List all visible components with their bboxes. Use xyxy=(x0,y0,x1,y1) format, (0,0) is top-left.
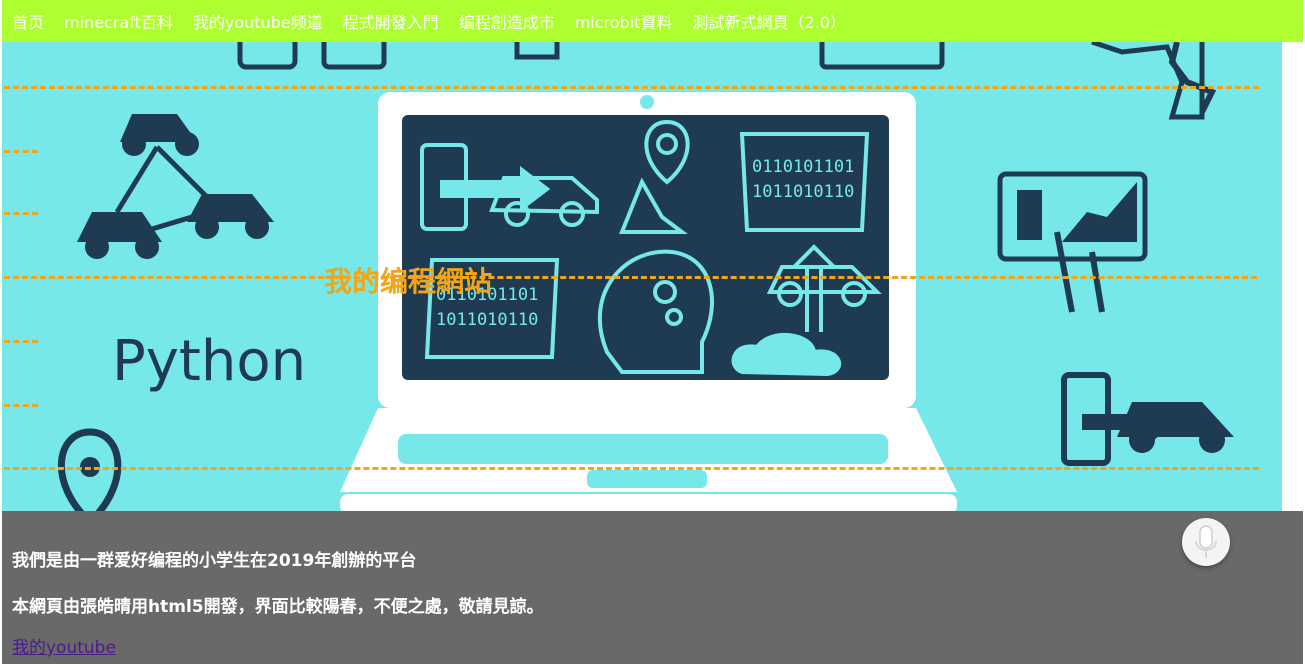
python-text: Python xyxy=(112,329,306,394)
dashed-line-top xyxy=(4,86,1259,89)
youtube-link[interactable]: 我的youtube xyxy=(12,633,116,658)
device-icon xyxy=(514,42,560,60)
hero-banner: 0110101101 1011010110 0110101101 1011010… xyxy=(2,42,1282,511)
footer: 我們是由一群爱好编程的小学生在2019年創辦的平台 本網頁由張皓晴用html5開… xyxy=(2,511,1303,664)
top-nav: 首页 minecraft百科 我的youtube频道 程式開發入門 编程創造成市… xyxy=(2,0,1303,42)
nav-item-youtube-channel[interactable]: 我的youtube频道 xyxy=(193,9,323,33)
binary-text-bottom-2: 1011010110 xyxy=(436,310,538,330)
nav-item-microbit[interactable]: microbit資料 xyxy=(575,9,673,33)
footer-note-text: 本網頁由張皓晴用html5開發，界面比較陽春，不便之處，敬請見諒。 xyxy=(12,597,544,617)
dashed-line-short xyxy=(4,404,38,407)
microphone-icon xyxy=(1195,525,1217,558)
nav-item-new-page[interactable]: 測試新式網頁（2.0） xyxy=(692,9,845,33)
nav-item-minecraft[interactable]: minecraft百科 xyxy=(64,9,173,33)
monitor-icon xyxy=(819,42,945,70)
binary-text-top-1: 0110101101 xyxy=(752,157,854,177)
dashed-line-short xyxy=(4,340,38,343)
car-network-icon xyxy=(77,114,274,259)
dashed-line-short xyxy=(4,212,38,215)
phone-car-icon xyxy=(1061,372,1234,466)
nav-item-programming-intro[interactable]: 程式開發入門 xyxy=(343,9,439,33)
chart-tablet-icon xyxy=(997,171,1148,313)
screen-icon xyxy=(321,42,387,70)
dashed-line-bottom xyxy=(4,467,1259,470)
microphone-button[interactable] xyxy=(1182,518,1230,566)
nav-item-create-city[interactable]: 编程創造成市 xyxy=(459,9,555,33)
tablet-icon xyxy=(237,42,298,70)
dashed-line-middle xyxy=(4,276,1257,279)
binary-text-top-2: 1011010110 xyxy=(752,182,854,202)
site-title: 我的编程網站 xyxy=(324,265,493,298)
nav-item-home[interactable]: 首页 xyxy=(12,9,44,33)
footer-intro-text: 我們是由一群爱好编程的小学生在2019年創辦的平台 xyxy=(12,551,417,571)
dashed-line-short xyxy=(4,150,38,153)
